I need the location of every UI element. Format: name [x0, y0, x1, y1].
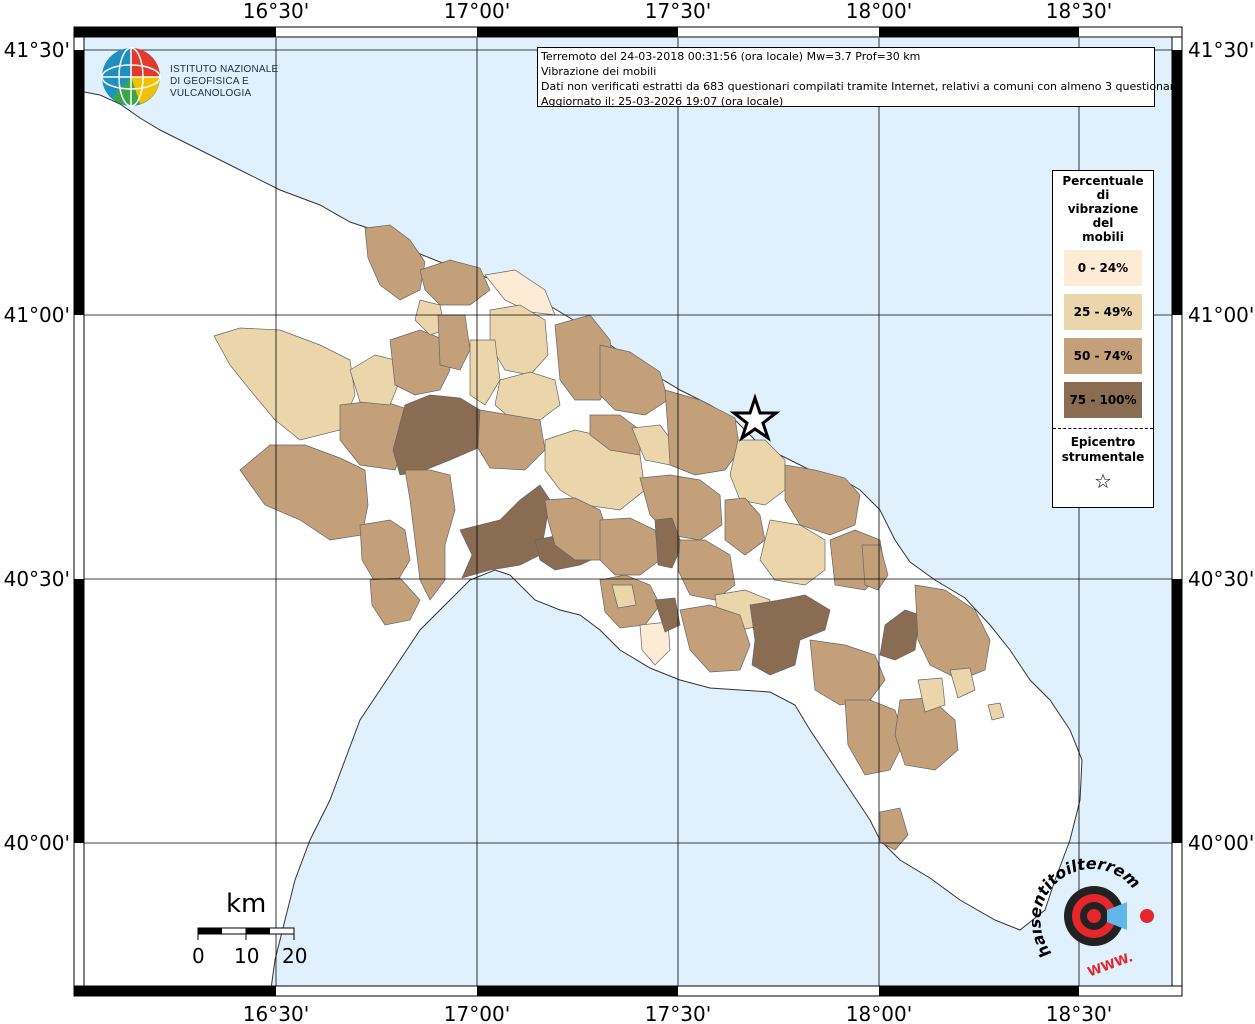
legend-item-label: 50 - 74% — [1073, 349, 1133, 363]
lat-label: 41°30' — [4, 38, 70, 62]
lat-label: 41°00' — [1188, 303, 1254, 327]
legend-divider — [1053, 428, 1153, 429]
legend-item-75-100: 75 - 100% — [1064, 382, 1142, 418]
lat-labels-left: 41°30' 41°00' 40°30' 40°00' — [4, 38, 70, 855]
legend-item-0-24: 0 - 24% — [1064, 250, 1142, 286]
frame-border-top — [73, 26, 1183, 38]
globe-icon — [101, 47, 161, 107]
event-info-box: Terremoto del 24-03-2018 00:31:56 (ora l… — [537, 47, 1181, 108]
lon-label: 18°30' — [1046, 1002, 1112, 1024]
legend-epicenter-line: Epicentro — [1070, 435, 1136, 449]
haisentito-logo: haisentitoilterremoto.it WWW. — [1025, 843, 1162, 980]
lon-label: 17°30' — [645, 0, 711, 23]
lon-labels-top: 16°30' 17°00' 17°30' 18°00' 18°30' — [243, 0, 1112, 23]
legend-title: Percentuale di vibrazione del mobili — [1053, 174, 1153, 244]
lat-label: 40°30' — [1188, 567, 1254, 591]
event-info-parameter: Vibrazione dei mobili — [541, 65, 657, 78]
lon-labels-bottom: 16°30' 17°00' 17°30' 18°00' 18°30' — [243, 1002, 1112, 1024]
legend-title-line: Percentuale — [1062, 174, 1144, 188]
legend-star-icon: ☆ — [1094, 469, 1112, 493]
lon-label: 16°30' — [243, 0, 309, 23]
legend-item-label: 0 - 24% — [1077, 261, 1129, 275]
scale-title: km — [226, 889, 267, 919]
lat-labels-right: 41°30' 41°00' 40°30' 40°00' — [1188, 38, 1254, 855]
legend: Percentuale di vibrazione del mobili 0 -… — [1052, 170, 1154, 508]
lon-label: 16°30' — [243, 1002, 309, 1024]
lat-label: 40°30' — [4, 567, 70, 591]
lon-label: 17°30' — [645, 1002, 711, 1024]
ingv-logo-line1: ISTITUTO NAZIONALE — [170, 64, 279, 75]
event-info-disclaimer: Dati non verificati estratti da 683 ques… — [541, 80, 1181, 93]
scale-label-10: 10 — [234, 944, 260, 968]
legend-item-label: 25 - 49% — [1073, 305, 1133, 319]
scale-label-0: 0 — [192, 944, 205, 968]
lon-label: 17°00' — [444, 0, 510, 23]
legend-epicenter-label: Epicentro strumentale — [1053, 435, 1153, 465]
lon-label: 17°00' — [444, 1002, 510, 1024]
haisentito-logo-icon: haisentitoilterremoto.it WWW. — [1025, 843, 1154, 980]
frame-border-bottom — [73, 985, 1183, 997]
lat-label: 41°00' — [4, 303, 70, 327]
lon-label: 18°00' — [846, 1002, 912, 1024]
frame-border-right — [1171, 36, 1183, 987]
lat-label: 41°30' — [1188, 38, 1254, 62]
legend-title-line: del — [1092, 216, 1114, 230]
legend-epicenter-line: strumentale — [1061, 450, 1145, 464]
haisentito-logo-url: WWW. — [1086, 950, 1135, 978]
scale-label-20: 20 — [282, 944, 308, 968]
legend-title-line: vibrazione — [1067, 202, 1139, 216]
ingv-logo-line2: DI GEOFISICA E VULCANOLOGIA — [170, 76, 252, 99]
lat-label: 40°00' — [1188, 831, 1254, 855]
legend-title-line: mobili — [1082, 230, 1124, 244]
legend-item-25-49: 25 - 49% — [1064, 294, 1142, 330]
legend-item-50-74: 50 - 74% — [1064, 338, 1142, 374]
event-info-updated: Aggiornato il: 25-03-2026 19:07 (ora loc… — [541, 95, 784, 108]
lon-label: 18°00' — [846, 0, 912, 23]
ingv-logo: ISTITUTO NAZIONALE DI GEOFISICA E VULCAN… — [100, 46, 330, 110]
lon-label: 18°30' — [1046, 0, 1112, 23]
legend-title-line: di — [1096, 188, 1110, 202]
legend-item-label: 75 - 100% — [1069, 393, 1137, 407]
lat-label: 40°00' — [4, 831, 70, 855]
frame-border-left — [73, 36, 85, 987]
event-info-title: Terremoto del 24-03-2018 00:31:56 (ora l… — [541, 50, 921, 63]
